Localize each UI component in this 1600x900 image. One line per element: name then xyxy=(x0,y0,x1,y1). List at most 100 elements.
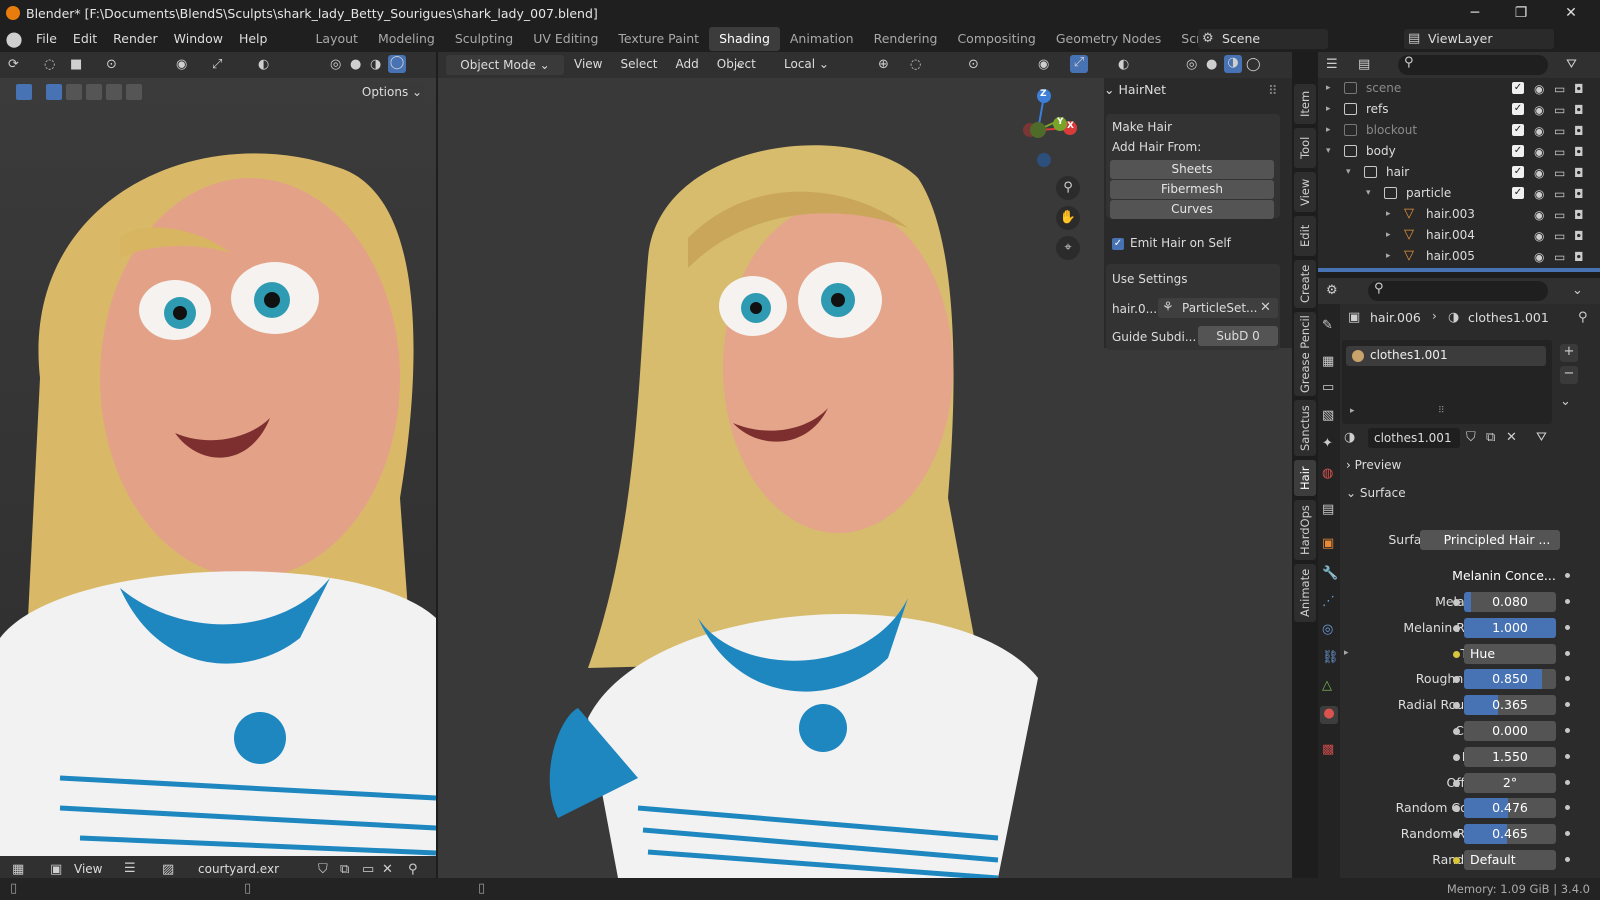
parametrization-dropdown[interactable]: Melanin Conce... xyxy=(1448,566,1560,586)
expand-arrow-icon[interactable]: ▾ xyxy=(1346,162,1351,182)
field-value-box[interactable]: Default xyxy=(1464,850,1556,870)
menu-help[interactable]: Help xyxy=(231,28,276,50)
transform-orientation-dropdown[interactable]: Local ⌄ xyxy=(784,57,829,71)
outliner-row-hair-003[interactable]: ▸ ▽ hair.003 ◉ ▭ ◘ xyxy=(1318,204,1600,224)
material-filter-icon[interactable]: ⛛ xyxy=(1536,430,1547,445)
pivot-icon[interactable]: ⊙ xyxy=(106,57,117,72)
properties-pin-icon[interactable]: ⚲ xyxy=(1578,310,1588,325)
monitor-icon[interactable]: ▭ xyxy=(1554,100,1565,120)
exclude-checkbox[interactable]: ✓ xyxy=(1512,187,1524,199)
eye-icon[interactable]: ◉ xyxy=(1534,226,1544,246)
eye-icon[interactable]: ◉ xyxy=(1534,79,1544,99)
monitor-icon[interactable]: ▭ xyxy=(1554,247,1565,267)
lasso-icon[interactable]: ◌ xyxy=(44,57,55,72)
camera-icon[interactable]: ◘ xyxy=(1574,184,1584,204)
exclude-checkbox[interactable]: ✓ xyxy=(1512,103,1524,115)
guide-subdiv-field[interactable]: SubD 0 xyxy=(1198,326,1278,346)
parametrization-keyframe-icon[interactable] xyxy=(1565,573,1570,578)
monitor-icon[interactable]: ▭ xyxy=(1554,79,1565,99)
surface-shader-field[interactable]: Principled Hair ... xyxy=(1420,530,1560,550)
tab-shading[interactable]: Shading xyxy=(709,27,780,51)
pan-hand-icon[interactable]: ✋ xyxy=(1056,206,1080,230)
field-value-box[interactable]: 1.000 xyxy=(1464,617,1556,638)
expand-arrow-icon[interactable]: ▸ xyxy=(1386,225,1391,245)
keyframe-dot-icon[interactable] xyxy=(1565,779,1570,785)
outliner-row-hair[interactable]: ▾ hair ✓ ◉ ▭ ◘ xyxy=(1318,162,1600,182)
expand-arrow-icon[interactable]: ▾ xyxy=(1366,183,1371,203)
fibermesh-button[interactable]: Fibermesh xyxy=(1110,180,1274,199)
emit-hair-row[interactable]: ✓ Emit Hair on Self xyxy=(1106,232,1280,256)
material-shading-icon[interactable]: ◑ xyxy=(370,57,381,72)
scene-tab-icon[interactable]: ✦ xyxy=(1322,436,1333,451)
keyframe-dot-icon[interactable] xyxy=(1565,728,1570,733)
menu-file[interactable]: File xyxy=(28,28,65,50)
mode-dropdown[interactable]: Object Mode ⌄ xyxy=(446,55,564,75)
outliner-row-scene[interactable]: ▸ scene ✓ ◉ ▭ ◘ xyxy=(1318,78,1600,98)
close-window-button[interactable]: ✕ xyxy=(1548,0,1594,26)
vp-wireframe-icon[interactable]: ◎ xyxy=(1186,57,1197,72)
tab-uv-editing[interactable]: UV Editing xyxy=(523,27,608,51)
camera-icon[interactable]: ◘ xyxy=(1574,226,1584,246)
hamburger-menu-icon[interactable]: ☰ xyxy=(124,861,136,876)
outliner-row-body[interactable]: ▾ body ✓ ◉ ▭ ◘ xyxy=(1318,141,1600,161)
properties-editor-icon[interactable]: ⚙ xyxy=(1326,283,1338,298)
keyframe-dot-icon[interactable] xyxy=(1565,599,1570,604)
emit-hair-checkbox[interactable]: ✓ xyxy=(1112,238,1124,250)
solid-shading-icon[interactable]: ● xyxy=(350,57,361,72)
panel-drag-icon[interactable]: ⠿ xyxy=(1268,84,1278,99)
eye-icon[interactable]: ◉ xyxy=(1534,100,1544,120)
render-tab-icon[interactable]: ▦ xyxy=(1322,354,1334,369)
vp-solid-icon[interactable]: ● xyxy=(1206,57,1217,72)
material-name-field[interactable]: clothes1.001 xyxy=(1368,428,1460,448)
overlay-icon[interactable]: ◐ xyxy=(258,57,269,72)
material-slot-item[interactable]: clothes1.001 xyxy=(1346,346,1546,366)
view-layer-selector[interactable]: ViewLayer xyxy=(1404,29,1554,49)
viewport-menu-select[interactable]: Select xyxy=(620,57,657,71)
keyframe-dot-icon[interactable] xyxy=(1565,702,1570,708)
editor-type-icon[interactable]: ⟳ xyxy=(8,57,19,72)
gizmo-icon[interactable]: ⤢ xyxy=(212,57,222,72)
tint-expand-icon[interactable]: ▸ xyxy=(1344,648,1349,658)
keyframe-dot-icon[interactable] xyxy=(1565,676,1570,682)
camera-icon[interactable]: ◘ xyxy=(1574,163,1584,183)
output-tab-icon[interactable]: ▭ xyxy=(1322,380,1334,395)
camera-icon[interactable]: ◘ xyxy=(1574,100,1584,120)
keyframe-dot-icon[interactable] xyxy=(1565,831,1570,837)
monitor-icon[interactable]: ▭ xyxy=(1554,163,1565,183)
outliner-row-hair-005[interactable]: ▸ ▽ hair.005 ◉ ▭ ◘ xyxy=(1318,246,1600,266)
camera-icon[interactable]: ◘ xyxy=(1574,247,1584,267)
material-duplicate-icon[interactable]: ⧉ xyxy=(1486,430,1495,445)
tab-compositing[interactable]: Compositing xyxy=(947,27,1045,51)
tab-rendering[interactable]: Rendering xyxy=(864,27,948,51)
menu-render[interactable]: Render xyxy=(105,28,166,50)
snap-icon[interactable]: ⊕ xyxy=(878,57,889,72)
viewport-overlay-icon[interactable]: ◐ xyxy=(1118,57,1129,72)
eye-icon[interactable]: ◉ xyxy=(1534,247,1544,267)
field-value-box[interactable]: 0.080 xyxy=(1464,592,1556,612)
vp-rendered-icon[interactable]: ◯ xyxy=(1246,57,1261,72)
side-tab-item[interactable]: Item xyxy=(1294,84,1316,124)
side-tab-sanctus[interactable]: Sanctus xyxy=(1294,400,1316,456)
tab-animation[interactable]: Animation xyxy=(780,27,864,51)
side-tab-hair[interactable]: Hair xyxy=(1294,460,1316,496)
remove-slot-icon[interactable]: − xyxy=(1560,366,1578,384)
material-fake-user-icon[interactable]: ⛉ xyxy=(1466,430,1476,445)
display-mode-icon[interactable]: ▤ xyxy=(1358,57,1370,72)
minimize-button[interactable]: ─ xyxy=(1452,0,1498,26)
field-value-box[interactable]: 0.465 xyxy=(1464,824,1556,845)
field-value-box[interactable]: 2° xyxy=(1464,772,1556,793)
keyframe-dot-icon[interactable] xyxy=(1565,753,1570,759)
eye-icon[interactable]: ◉ xyxy=(1534,121,1544,141)
monitor-icon[interactable]: ▭ xyxy=(1554,205,1565,225)
material-browse-icon[interactable]: ◑ xyxy=(1344,430,1355,445)
left-render-preview[interactable]: Options ⌄ xyxy=(0,78,436,856)
keyframe-dot-icon[interactable] xyxy=(1565,624,1570,630)
tab-modeling[interactable]: Modeling xyxy=(368,27,445,51)
exclude-checkbox[interactable]: ✓ xyxy=(1512,124,1524,136)
proportional-icon[interactable]: ◌ xyxy=(910,57,921,72)
duplicate-image-icon[interactable]: ⧉ xyxy=(340,862,349,877)
expand-arrow-icon[interactable]: ▸ xyxy=(1326,120,1331,140)
eye-icon[interactable]: ◉ xyxy=(1534,205,1544,225)
eye-icon[interactable]: ◉ xyxy=(1534,184,1544,204)
slot-specials-icon[interactable]: ⌄ xyxy=(1560,394,1571,409)
